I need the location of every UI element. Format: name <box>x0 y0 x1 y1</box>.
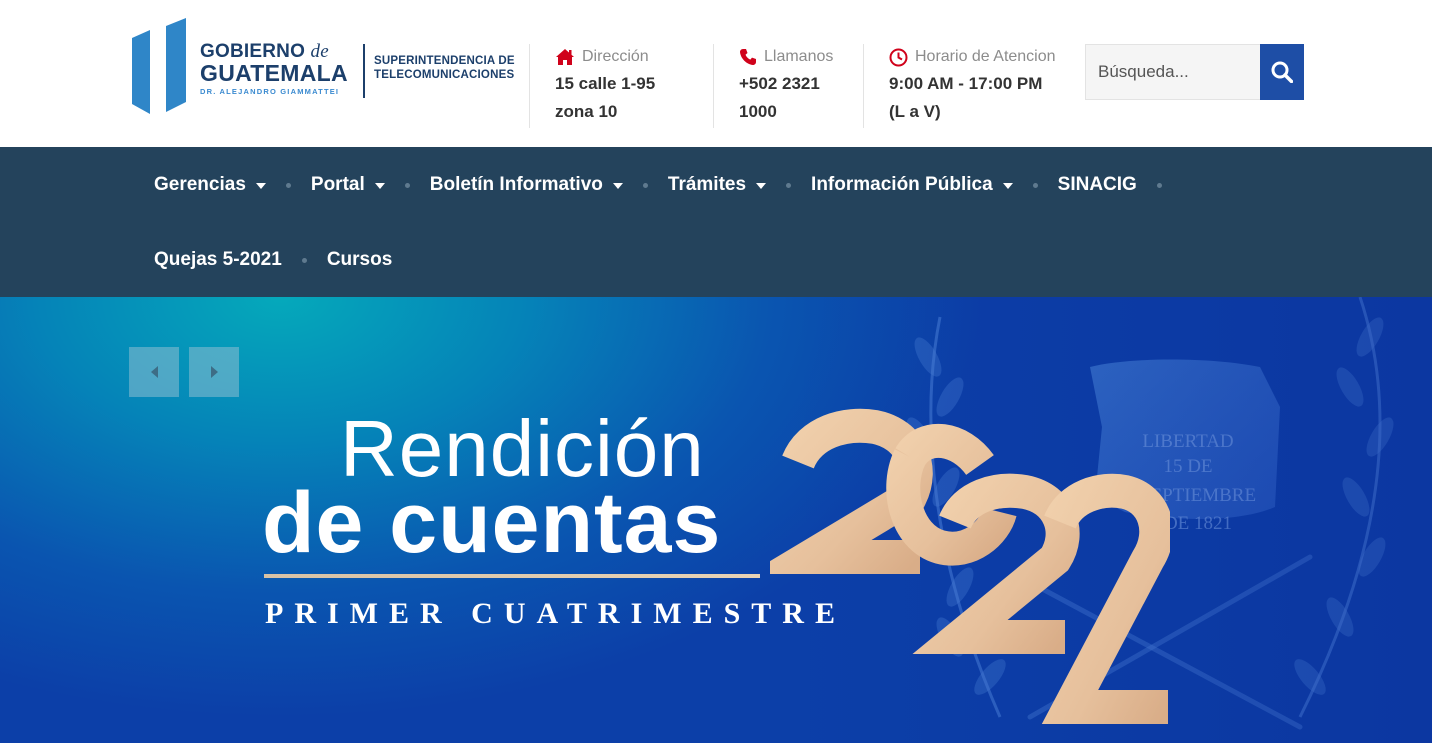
search-form <box>1085 44 1304 100</box>
gobierno-wordmark: GOBIERNO de GUATEMALA DR. ALEJANDRO GIAM… <box>200 42 348 96</box>
nav-item-boletin[interactable]: Boletín Informativo <box>430 174 623 196</box>
nav-item-cursos[interactable]: Cursos <box>327 249 392 271</box>
address-label: Dirección <box>582 48 649 65</box>
nav-separator <box>642 182 648 188</box>
logo-divider <box>363 44 365 98</box>
nav-item-label: SINACIG <box>1057 174 1137 195</box>
phone-icon <box>740 49 756 65</box>
search-icon <box>1271 61 1293 83</box>
emblem-text-4: DE 1821 <box>1164 513 1232 534</box>
site-header: GOBIERNO de GUATEMALA DR. ALEJANDRO GIAM… <box>0 0 1432 147</box>
hero-year-graphic <box>770 408 1170 724</box>
nav-item-label: Gerencias <box>154 174 246 195</box>
hours-label: Horario de Atencion <box>915 48 1056 65</box>
sit-wordmark: SUPERINTENDENCIA DE TELECOMUNICACIONES <box>374 54 515 83</box>
nav-item-label: Cursos <box>326 249 393 270</box>
divider <box>713 44 714 128</box>
nav-item-informacion-publica[interactable]: Información Pública <box>811 174 1013 196</box>
address-block: Dirección 15 calle 1-95 zona 10 <box>555 44 705 128</box>
arrow-left-icon <box>150 366 158 378</box>
sit-line1: SUPERINTENDENCIA DE <box>374 55 515 67</box>
nav-item-sinacig[interactable]: SINACIG <box>1058 174 1137 196</box>
arrow-right-icon <box>210 366 218 378</box>
nav-item-label: Información Pública <box>811 174 993 195</box>
nav-item-label: Trámites <box>667 174 747 195</box>
phone-block: Llamanos +502 2321 1000 <box>739 44 859 128</box>
nav-separator <box>1156 182 1162 188</box>
nav-item-portal[interactable]: Portal <box>311 174 385 196</box>
nav-row-2: Quejas 5-2021 Cursos <box>154 245 392 275</box>
nav-separator <box>285 182 291 188</box>
home-icon <box>556 49 574 65</box>
hero-gold-rule <box>264 574 760 578</box>
main-nav: Gerencias Portal Boletín Informativo Trá… <box>0 147 1432 297</box>
search-button[interactable] <box>1260 44 1304 100</box>
phone-line1[interactable]: +502 2321 <box>739 70 859 98</box>
nav-separator <box>301 257 307 263</box>
divider <box>863 44 864 128</box>
hero-slider: LIBERTAD 15 DE SEPTIEMBRE DE 1821 Rendic… <box>0 297 1432 743</box>
nav-item-label: Quejas 5-2021 <box>154 249 282 270</box>
caret-down-icon <box>255 182 266 189</box>
nav-separator <box>786 182 792 188</box>
logo-line1-de: de <box>310 41 329 62</box>
address-line1: 15 calle 1-95 <box>555 74 656 93</box>
address-line2: zona 10 <box>555 102 618 121</box>
clock-icon <box>889 48 908 66</box>
hours-line1: 9:00 AM - 17:00 PM <box>889 74 1043 93</box>
gobierno-logo-bars-icon <box>132 18 186 114</box>
nav-item-quejas[interactable]: Quejas 5-2021 <box>154 249 282 271</box>
nav-item-gerencias[interactable]: Gerencias <box>154 174 266 196</box>
slider-prev-button[interactable] <box>129 347 179 397</box>
hero-title-line2: de cuentas <box>262 475 722 571</box>
hero-subtitle: PRIMER CUATRIMESTRE <box>265 597 846 630</box>
logo[interactable]: GOBIERNO de GUATEMALA DR. ALEJANDRO GIAM… <box>130 16 530 116</box>
caret-down-icon <box>374 182 385 189</box>
hours-line2: (L a V) <box>889 102 941 121</box>
caret-down-icon <box>1002 182 1013 189</box>
hours-block: Horario de Atencion 9:00 AM - 17:00 PM (… <box>889 44 1079 128</box>
caret-down-icon <box>756 182 767 189</box>
nav-item-label: Boletín Informativo <box>429 174 603 195</box>
divider <box>529 44 530 128</box>
phone-line2[interactable]: 1000 <box>739 98 859 126</box>
nav-item-label: Portal <box>310 174 365 195</box>
logo-line1: GOBIERNO <box>200 41 306 62</box>
logo-line3: DR. ALEJANDRO GIAMMATTEI <box>200 87 340 96</box>
caret-down-icon <box>612 182 623 189</box>
nav-separator <box>404 182 410 188</box>
nav-item-tramites[interactable]: Trámites <box>667 174 767 196</box>
nav-separator <box>1032 182 1038 188</box>
slider-next-button[interactable] <box>189 347 239 397</box>
phone-label: Llamanos <box>764 48 834 65</box>
sit-line2: TELECOMUNICACIONES <box>374 69 515 82</box>
nav-row-1: Gerencias Portal Boletín Informativo Trá… <box>154 170 1182 200</box>
logo-line2: GUATEMALA <box>200 60 348 86</box>
search-input[interactable] <box>1085 44 1260 100</box>
emblem-text-2: 15 DE <box>1163 456 1212 477</box>
